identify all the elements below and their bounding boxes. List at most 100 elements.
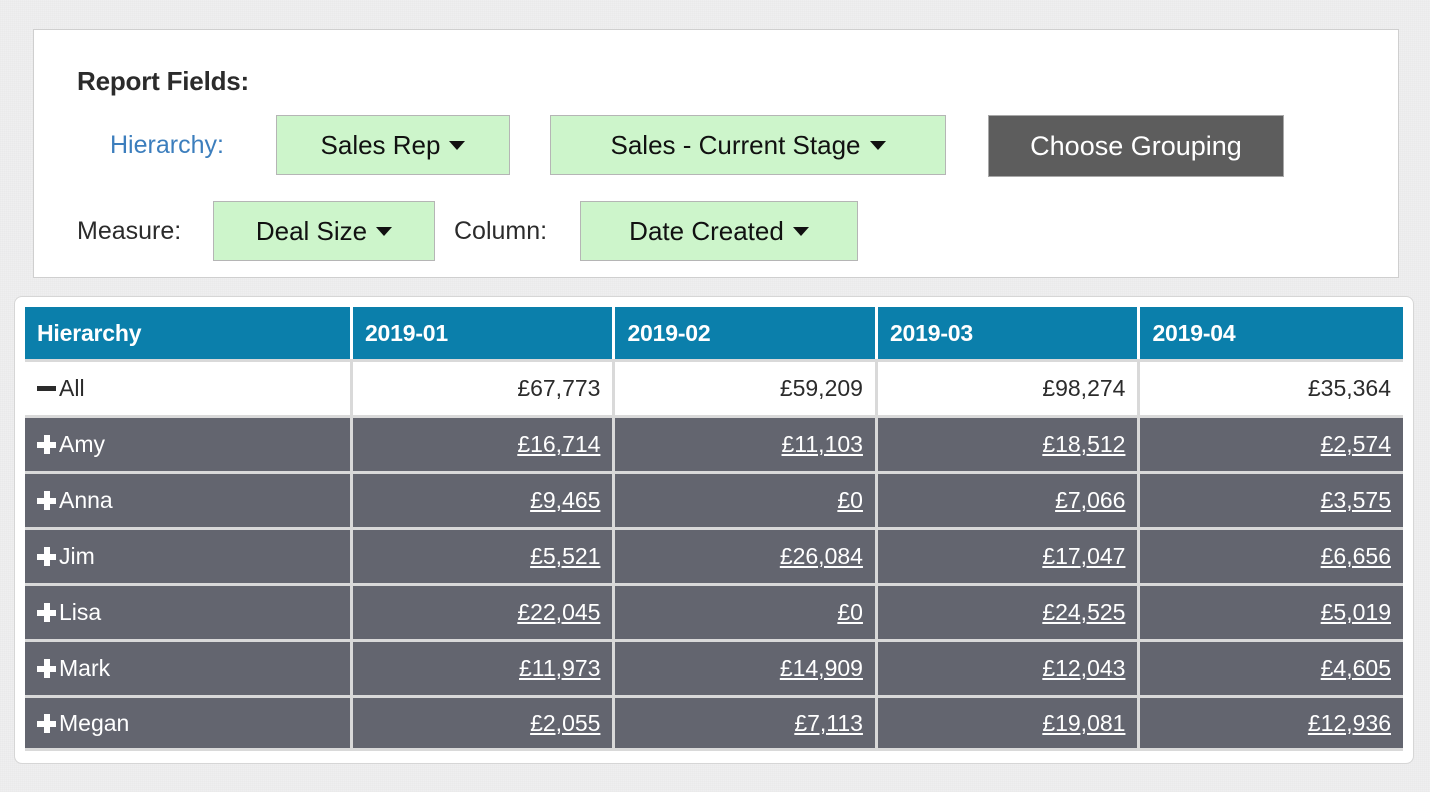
value-link[interactable]: £24,525 — [1042, 599, 1125, 625]
value-cell[interactable]: £24,525 — [878, 583, 1141, 639]
plus-icon[interactable] — [37, 547, 56, 566]
hierarchy-cell: Anna — [25, 471, 353, 527]
table-row: Anna £9,465 £0 £7,066 £3,575 — [25, 471, 1403, 527]
value-link[interactable]: £12,043 — [1042, 655, 1125, 681]
hierarchy-row-label: Anna — [59, 487, 113, 514]
value-cell[interactable]: £18,512 — [878, 415, 1141, 471]
value-cell[interactable]: £12,936 — [1140, 695, 1403, 751]
value-cell[interactable]: £17,047 — [878, 527, 1141, 583]
chevron-down-icon — [793, 227, 809, 236]
value-cell[interactable]: £2,574 — [1140, 415, 1403, 471]
pivot-table-panel: Hierarchy2019-012019-022019-032019-04 Al… — [14, 296, 1414, 764]
value-cell: £59,209 — [615, 359, 878, 415]
value-cell[interactable]: £14,909 — [615, 639, 878, 695]
minus-icon[interactable] — [37, 379, 56, 398]
value-cell[interactable]: £22,045 — [353, 583, 616, 639]
value-cell[interactable]: £7,113 — [615, 695, 878, 751]
value-cell[interactable]: £16,714 — [353, 415, 616, 471]
table-row: Amy £16,714 £11,103 £18,512 £2,574 — [25, 415, 1403, 471]
value-link[interactable]: £7,066 — [1055, 487, 1125, 513]
value-cell[interactable]: £7,066 — [878, 471, 1141, 527]
measure-field-dropdown[interactable]: Deal Size — [213, 201, 435, 261]
value-cell[interactable]: £2,055 — [353, 695, 616, 751]
value-link[interactable]: £0 — [837, 599, 863, 625]
report-fields-panel: Report Fields: Hierarchy: Sales Rep Sale… — [33, 29, 1399, 278]
value-link[interactable]: £11,973 — [519, 655, 600, 681]
value-link[interactable]: £2,055 — [530, 710, 600, 736]
measure-label: Measure: — [77, 201, 181, 261]
value-cell[interactable]: £12,043 — [878, 639, 1141, 695]
hierarchy-cell: Jim — [25, 527, 353, 583]
value-link[interactable]: £19,081 — [1042, 710, 1125, 736]
value-link[interactable]: £4,605 — [1321, 655, 1391, 681]
hierarchy-cell: Lisa — [25, 583, 353, 639]
value-cell[interactable]: £0 — [615, 471, 878, 527]
plus-icon[interactable] — [37, 659, 56, 678]
column-field-dropdown[interactable]: Date Created — [580, 201, 858, 261]
value-link[interactable]: £2,574 — [1321, 431, 1391, 457]
column-label: Column: — [454, 201, 547, 261]
table-row: All £67,773£59,209£98,274£35,364 — [25, 359, 1403, 415]
value-link[interactable]: £18,512 — [1042, 431, 1125, 457]
value-cell[interactable]: £26,084 — [615, 527, 878, 583]
value-cell[interactable]: £5,521 — [353, 527, 616, 583]
chevron-down-icon — [449, 141, 465, 150]
value-link[interactable]: £22,045 — [517, 599, 600, 625]
value-cell[interactable]: £11,973 — [353, 639, 616, 695]
value-cell[interactable]: £6,656 — [1140, 527, 1403, 583]
value-cell[interactable]: £3,575 — [1140, 471, 1403, 527]
hierarchy-row-label: Amy — [59, 431, 105, 458]
hierarchy-cell: All — [25, 359, 353, 415]
plus-icon[interactable] — [37, 714, 56, 733]
table-row: Mark £11,973 £14,909 £12,043 £4,605 — [25, 639, 1403, 695]
value-cell[interactable]: £11,103 — [615, 415, 878, 471]
value-link[interactable]: £6,656 — [1321, 543, 1391, 569]
value-cell[interactable]: £19,081 — [878, 695, 1141, 751]
value-cell[interactable]: £0 — [615, 583, 878, 639]
hierarchy-field-1-dropdown[interactable]: Sales Rep — [276, 115, 510, 175]
hierarchy-row-label: All — [59, 375, 85, 402]
column-header-2019-04[interactable]: 2019-04 — [1140, 307, 1403, 359]
column-header-2019-02[interactable]: 2019-02 — [615, 307, 878, 359]
value-link[interactable]: £17,047 — [1042, 543, 1125, 569]
plus-icon[interactable] — [37, 491, 56, 510]
hierarchy-row-label: Mark — [59, 655, 110, 682]
column-header-hierarchy[interactable]: Hierarchy — [25, 307, 353, 359]
value-link[interactable]: £0 — [837, 487, 863, 513]
value-link[interactable]: £9,465 — [530, 487, 600, 513]
chevron-down-icon — [870, 141, 886, 150]
column-header-2019-01[interactable]: 2019-01 — [353, 307, 616, 359]
table-row: Megan £2,055 £7,113 £19,081 £12,936 — [25, 695, 1403, 751]
value-link[interactable]: £7,113 — [794, 710, 863, 736]
hierarchy-field-2-dropdown[interactable]: Sales - Current Stage — [550, 115, 946, 175]
value-link[interactable]: £5,019 — [1321, 599, 1391, 625]
table-row: Lisa £22,045 £0 £24,525 £5,019 — [25, 583, 1403, 639]
hierarchy-row-label: Lisa — [59, 599, 101, 626]
plus-icon[interactable] — [37, 603, 56, 622]
value-link[interactable]: £26,084 — [780, 543, 863, 569]
choose-grouping-button[interactable]: Choose Grouping — [988, 115, 1284, 177]
measure-field-value: Deal Size — [256, 216, 367, 246]
value-link[interactable]: £5,521 — [530, 543, 600, 569]
value-cell[interactable]: £9,465 — [353, 471, 616, 527]
value-cell: £98,274 — [878, 359, 1141, 415]
value-cell[interactable]: £5,019 — [1140, 583, 1403, 639]
table-header: Hierarchy2019-012019-022019-032019-04 — [25, 307, 1403, 359]
value-cell[interactable]: £4,605 — [1140, 639, 1403, 695]
table-body: All £67,773£59,209£98,274£35,364 Amy £16,71… — [25, 359, 1403, 751]
hierarchy-cell: Amy — [25, 415, 353, 471]
value-link[interactable]: £16,714 — [517, 431, 600, 457]
value-link[interactable]: £12,936 — [1308, 710, 1391, 736]
value-cell: £35,364 — [1140, 359, 1403, 415]
hierarchy-cell: Megan — [25, 695, 353, 751]
column-header-2019-03[interactable]: 2019-03 — [878, 307, 1141, 359]
value-cell: £67,773 — [353, 359, 616, 415]
hierarchy-field-2-value: Sales - Current Stage — [610, 130, 860, 160]
plus-icon[interactable] — [37, 435, 56, 454]
value-link[interactable]: £3,575 — [1321, 487, 1391, 513]
panel-title: Report Fields: — [77, 66, 249, 97]
value-link[interactable]: £14,909 — [780, 655, 863, 681]
value-link[interactable]: £11,103 — [782, 431, 863, 457]
hierarchy-label: Hierarchy: — [110, 115, 224, 175]
pivot-table: Hierarchy2019-012019-022019-032019-04 Al… — [25, 307, 1403, 751]
